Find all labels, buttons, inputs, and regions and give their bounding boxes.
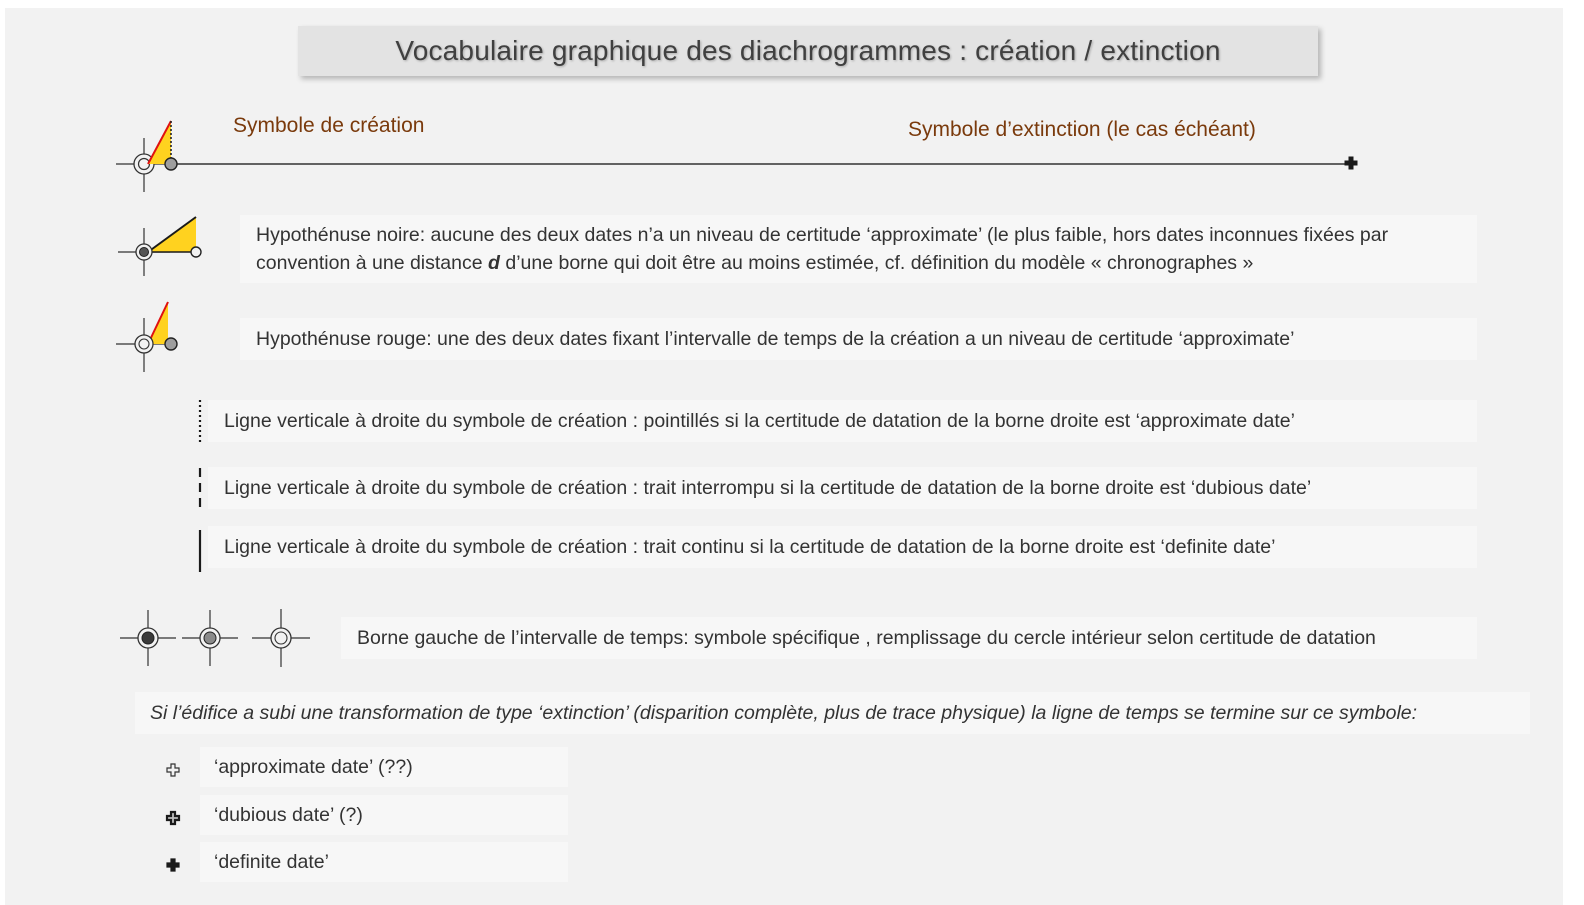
extinction-dubious-icon (165, 810, 181, 826)
extinction-item-definite: ‘definite date’ (200, 842, 568, 882)
extinction-item-dubious: ‘dubious date’ (?) (200, 795, 568, 835)
extinction-definite-icon (166, 858, 180, 872)
left-bound-approximate-icon (252, 609, 310, 667)
hypotenuse-red-description: Hypothénuse rouge: une des deux dates fi… (240, 318, 1477, 360)
hypotenuse-black-symbol (118, 216, 202, 276)
variable-d: d (488, 252, 500, 274)
hypotenuse-black-line2: convention à une distance d d’une borne … (256, 252, 1254, 274)
hypotenuse-black-line1: Hypothénuse noire: aucune des deux dates… (256, 224, 1389, 246)
hypotenuse-red-symbol (116, 301, 178, 372)
vertical-dotted-description: Ligne verticale à droite du symbole de c… (208, 400, 1477, 442)
extinction-intro-text: Si l’édifice a subi une transformation d… (135, 692, 1530, 734)
extinction-item-approximate: ‘approximate date’ (??) (200, 747, 568, 787)
hypotenuse-black-description: Hypothénuse noire: aucune des deux dates… (240, 215, 1477, 283)
extinction-approximate-icon (166, 763, 180, 777)
vertical-solid-description: Ligne verticale à droite du symbole de c… (208, 526, 1477, 568)
creation-triangle (147, 120, 178, 171)
left-bound-definite-icon (120, 610, 176, 666)
extinction-cross-definite-icon (1344, 156, 1358, 170)
left-bound-dubious-icon (182, 610, 238, 666)
vertical-dashed-description: Ligne verticale à droite du symbole de c… (208, 467, 1477, 509)
left-bound-description: Borne gauche de l’intervalle de temps: s… (341, 617, 1477, 659)
